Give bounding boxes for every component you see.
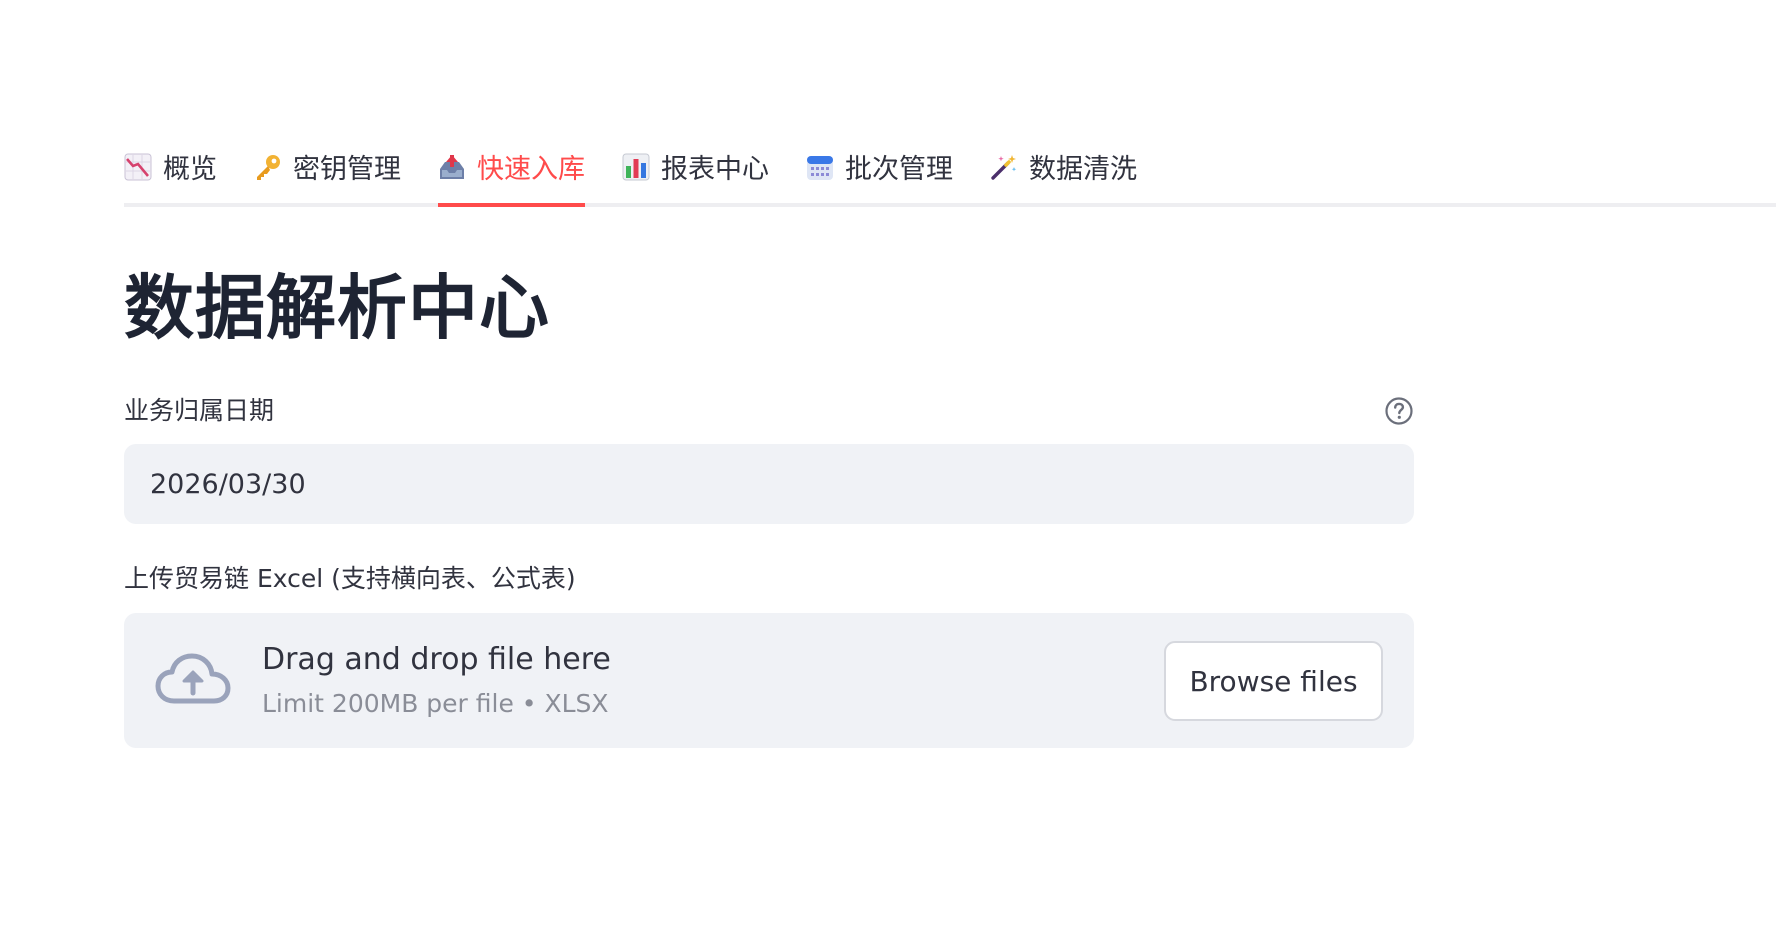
tab-label: 批次管理 (845, 154, 953, 185)
tab-report-center[interactable]: 报表中心 (622, 130, 769, 203)
tab-data-cleaning[interactable]: 数据清洗 (990, 130, 1137, 203)
tab-label: 概览 (163, 154, 217, 185)
bar-chart-icon (622, 153, 650, 180)
magic-wand-icon (991, 154, 1017, 180)
date-field-label: 业务归属日期 (124, 396, 275, 425)
chart-decreasing-icon (124, 153, 152, 180)
browse-files-button[interactable]: Browse files (1164, 641, 1383, 721)
page-title: 数据解析中心 (124, 267, 550, 349)
tab-label: 密钥管理 (293, 154, 401, 185)
inbox-tray-icon (440, 154, 464, 179)
file-dropzone[interactable]: Drag and drop file here Limit 200MB per … (124, 613, 1414, 748)
upload-label: 上传贸易链 Excel (支持横向表、公式表) (124, 564, 576, 593)
tab-label: 快速入库 (477, 154, 585, 185)
app-page: 概览 密钥管理 快速入库 报表中心 批次管理 数据清洗 数据解析中心 业务归属日… (0, 0, 1776, 938)
key-icon (257, 154, 280, 180)
dropzone-title: Drag and drop file here (262, 642, 611, 677)
tab-label: 报表中心 (661, 154, 769, 185)
tab-quick-import[interactable]: 快速入库 (438, 130, 585, 207)
date-input[interactable] (124, 444, 1414, 524)
tab-batch-management[interactable]: 批次管理 (806, 130, 953, 203)
tab-key-management[interactable]: 密钥管理 (254, 130, 401, 203)
question-circle-icon[interactable] (1384, 396, 1414, 426)
tab-bar: 概览 密钥管理 快速入库 报表中心 批次管理 数据清洗 (124, 130, 1776, 207)
cloud-upload-icon (155, 653, 231, 704)
tab-label: 数据清洗 (1029, 154, 1137, 185)
tab-overview[interactable]: 概览 (124, 130, 217, 203)
tab-list: 概览 密钥管理 快速入库 报表中心 批次管理 数据清洗 (124, 130, 1776, 207)
dropzone-text: Drag and drop file here Limit 200MB per … (262, 639, 611, 724)
calendar-icon (807, 155, 833, 180)
dropzone-limit: Limit 200MB per file • XLSX (262, 689, 609, 718)
